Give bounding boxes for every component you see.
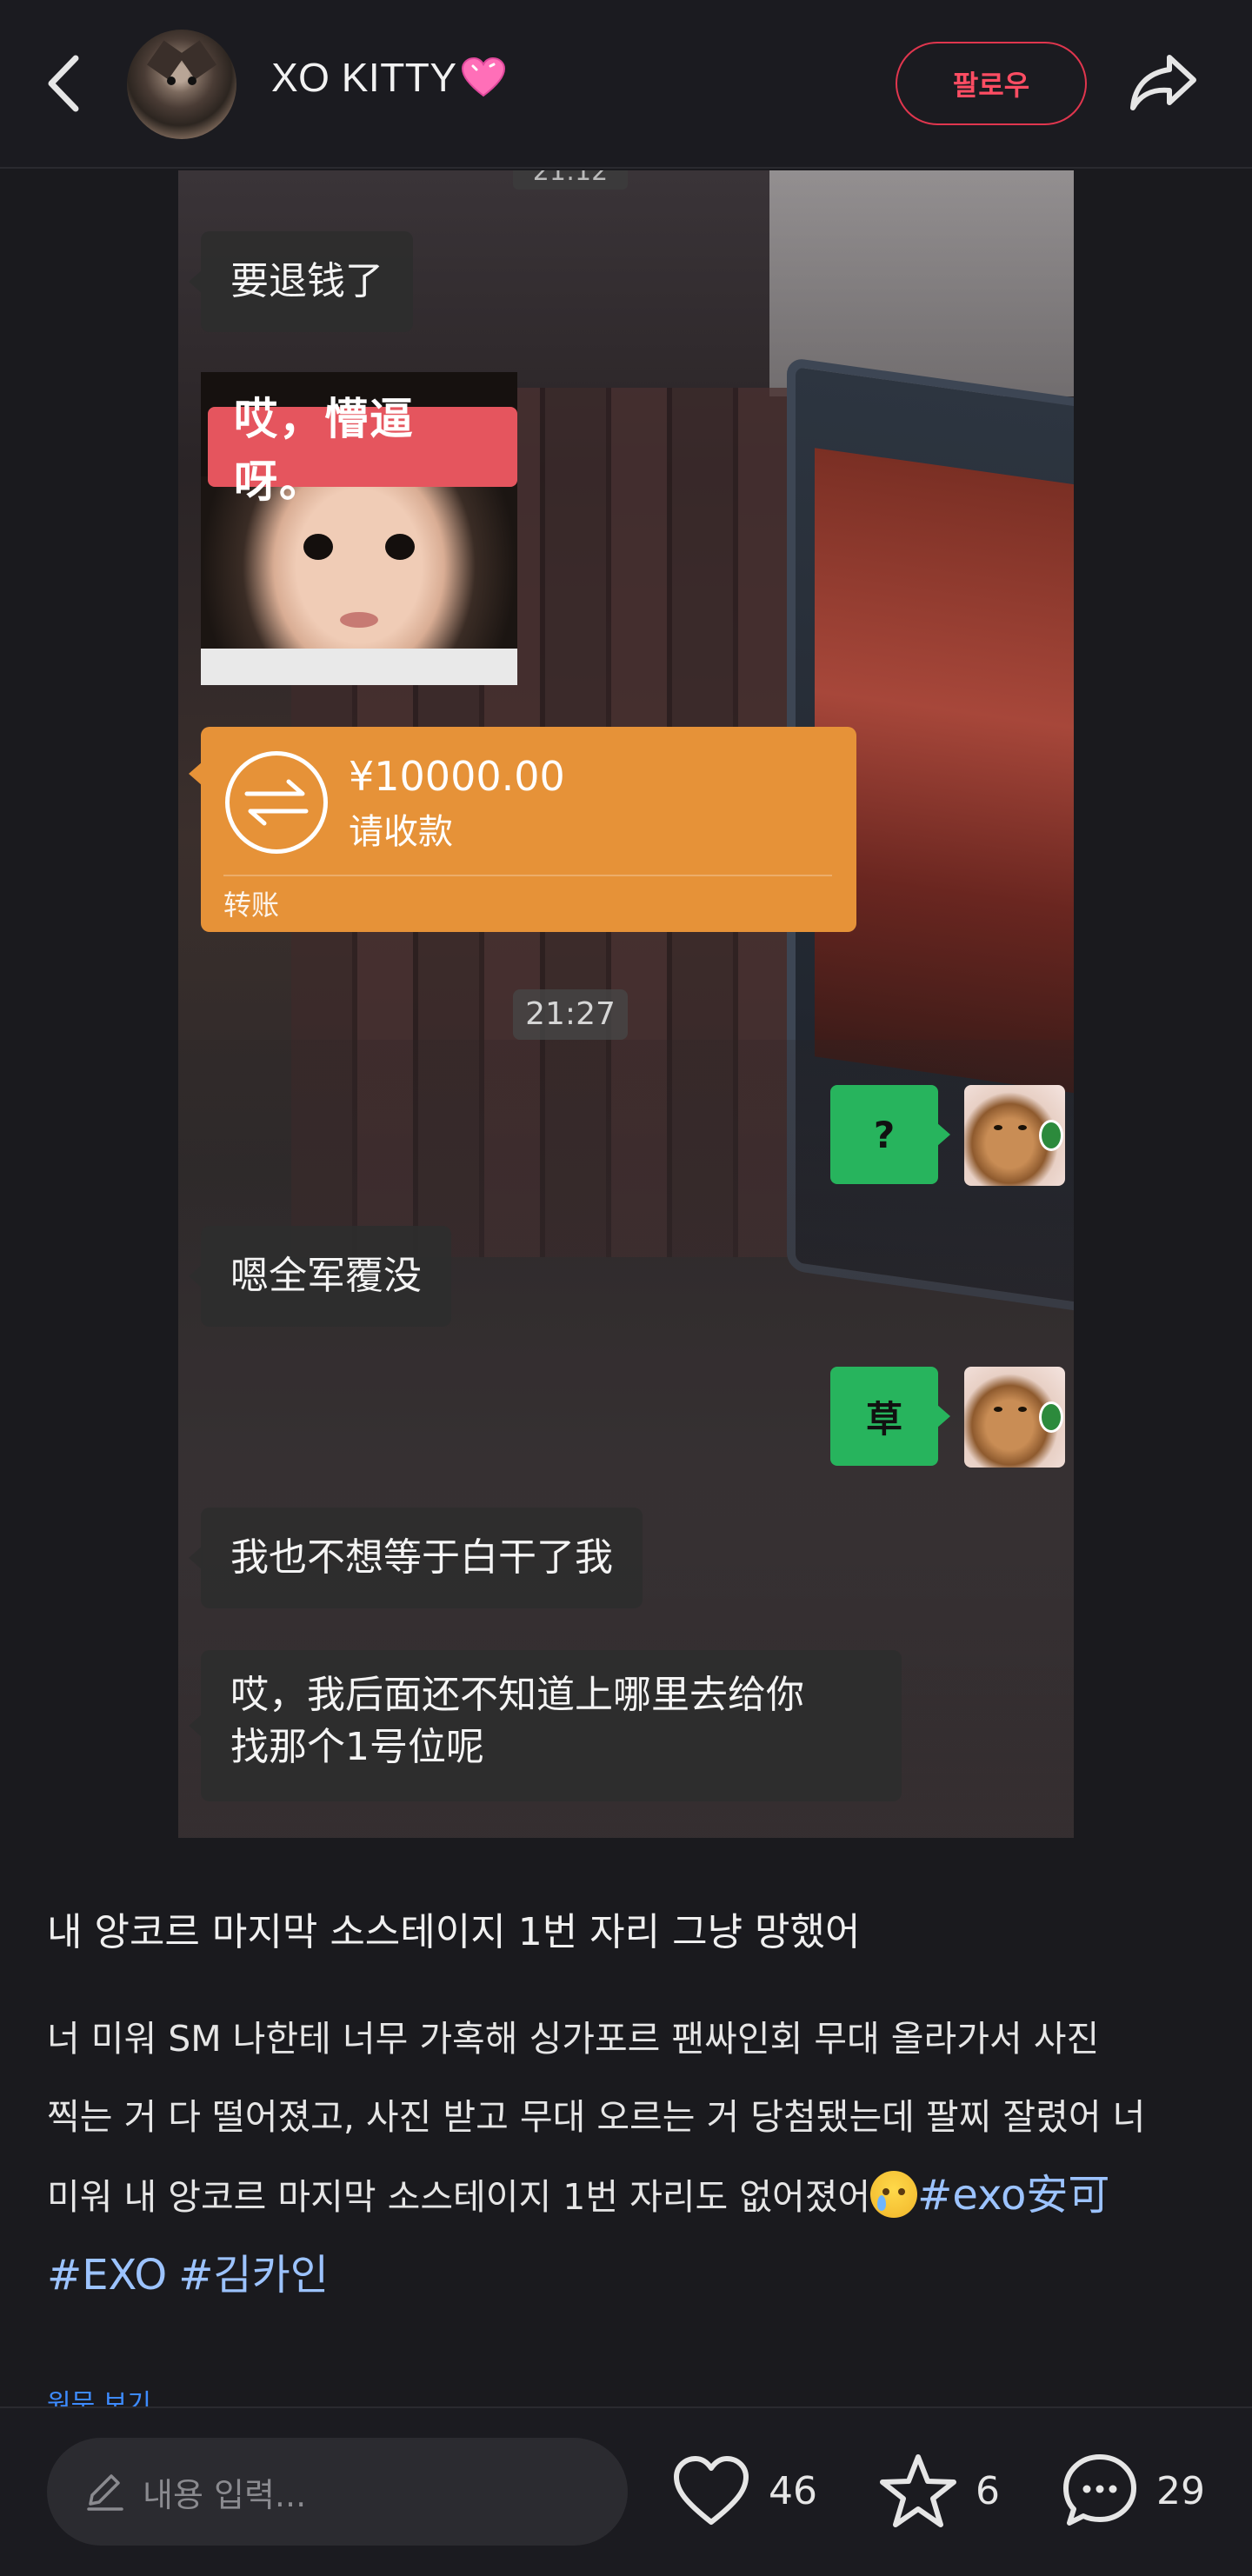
crying-face-icon (870, 2171, 918, 2218)
transfer-card: ¥10000.00 请收款 转账 (189, 727, 856, 932)
comment-button[interactable]: 29 (1061, 2443, 1205, 2539)
post-image[interactable]: 21:12 要退钱了 哎，懵逼呀。 ¥10000.00 请收款 转账 21:27… (178, 170, 1074, 1838)
heart-icon (674, 2456, 749, 2525)
post-body-line: 미워 내 앙코르 마지막 소스테이지 1번 자리도 없어졌어 #exo安可 (47, 2171, 1110, 2220)
favorite-count: 6 (976, 2468, 1000, 2513)
back-arrow-icon (48, 55, 79, 112)
chat-bubble: 要退钱了 (189, 231, 413, 332)
comment-icon (1063, 2454, 1136, 2526)
pink-heart-icon (461, 57, 506, 97)
username-text: XO KITTY (271, 55, 457, 100)
post-title: 내 앙코르 마지막 소스테이지 1번 자리 그냥 망했어 (47, 1910, 861, 1954)
pencil-icon (87, 2474, 123, 2511)
post-body-line: 너 미워 SM 나한테 너무 가혹해 싱가포르 팬싸인회 무대 올라가서 사진 (47, 2018, 1100, 2060)
hashtag-kimkai[interactable]: #김카인 (178, 2251, 329, 2300)
like-button[interactable]: 46 (671, 2443, 817, 2539)
chat-bubble: 嗯全军覆没 (189, 1226, 451, 1327)
chat-bubble: 我也不想等于白干了我 (189, 1508, 643, 1608)
cat-avatar (964, 1367, 1065, 1468)
hashtag-exo-anke[interactable]: #exo安可 (917, 2171, 1109, 2220)
hashtag-exo[interactable]: #EXO (47, 2251, 167, 2300)
transfer-subtitle: 请收款 (349, 812, 453, 852)
top-header: XO KITTY 팔로우 (0, 0, 1252, 169)
meme-image: 哎，懵逼呀。 (201, 372, 517, 685)
timestamp-top: 21:12 (513, 170, 628, 190)
post-body-line: #EXO #김카인 (47, 2236, 1212, 2316)
chat-bubble: 哎，我后面还不知道上哪里去给你 找那个1号位呢 (189, 1650, 902, 1801)
like-count: 46 (769, 2468, 817, 2513)
view-original-link[interactable]: 원문 보기 (47, 2382, 151, 2406)
transfer-icon (225, 751, 328, 854)
timestamp-mid: 21:27 (513, 989, 628, 1040)
chat-bubble-sent: ? (830, 1085, 950, 1184)
post-body-line: 찍는 거 다 떨어졌고, 사진 받고 무대 오르는 거 당첨됐는데 팔찌 잘렸어… (47, 2096, 1146, 2138)
bottom-action-bar: 내용 입력... 46 6 29 (0, 2406, 1252, 2576)
share-icon (1130, 55, 1196, 110)
chat-line: 找那个1号位呢 (230, 1725, 484, 1769)
transfer-label: 转账 (223, 889, 280, 922)
post-body: 너 미워 SM 나한테 너무 가혹해 싱가포르 팬싸인회 무대 올라가서 사진 … (47, 2000, 1212, 2316)
back-button[interactable] (33, 49, 94, 118)
avatar[interactable] (127, 30, 236, 139)
star-icon (880, 2454, 956, 2527)
favorite-button[interactable]: 6 (878, 2443, 1000, 2539)
meme-caption: 哎，懵逼呀。 (208, 394, 517, 507)
comment-placeholder: 내용 입력... (143, 2475, 307, 2514)
chat-bubble-sent: 草 (830, 1367, 950, 1466)
share-button[interactable] (1123, 43, 1203, 122)
comment-input[interactable]: 내용 입력... (47, 2438, 628, 2546)
transfer-amount: ¥10000.00 (349, 753, 565, 800)
follow-button[interactable]: 팔로우 (896, 42, 1087, 125)
cat-avatar (964, 1085, 1065, 1186)
username[interactable]: XO KITTY (271, 54, 506, 101)
chat-line: 哎，我后面还不知道上哪里去给你 (230, 1673, 804, 1717)
comment-count: 29 (1156, 2468, 1205, 2513)
